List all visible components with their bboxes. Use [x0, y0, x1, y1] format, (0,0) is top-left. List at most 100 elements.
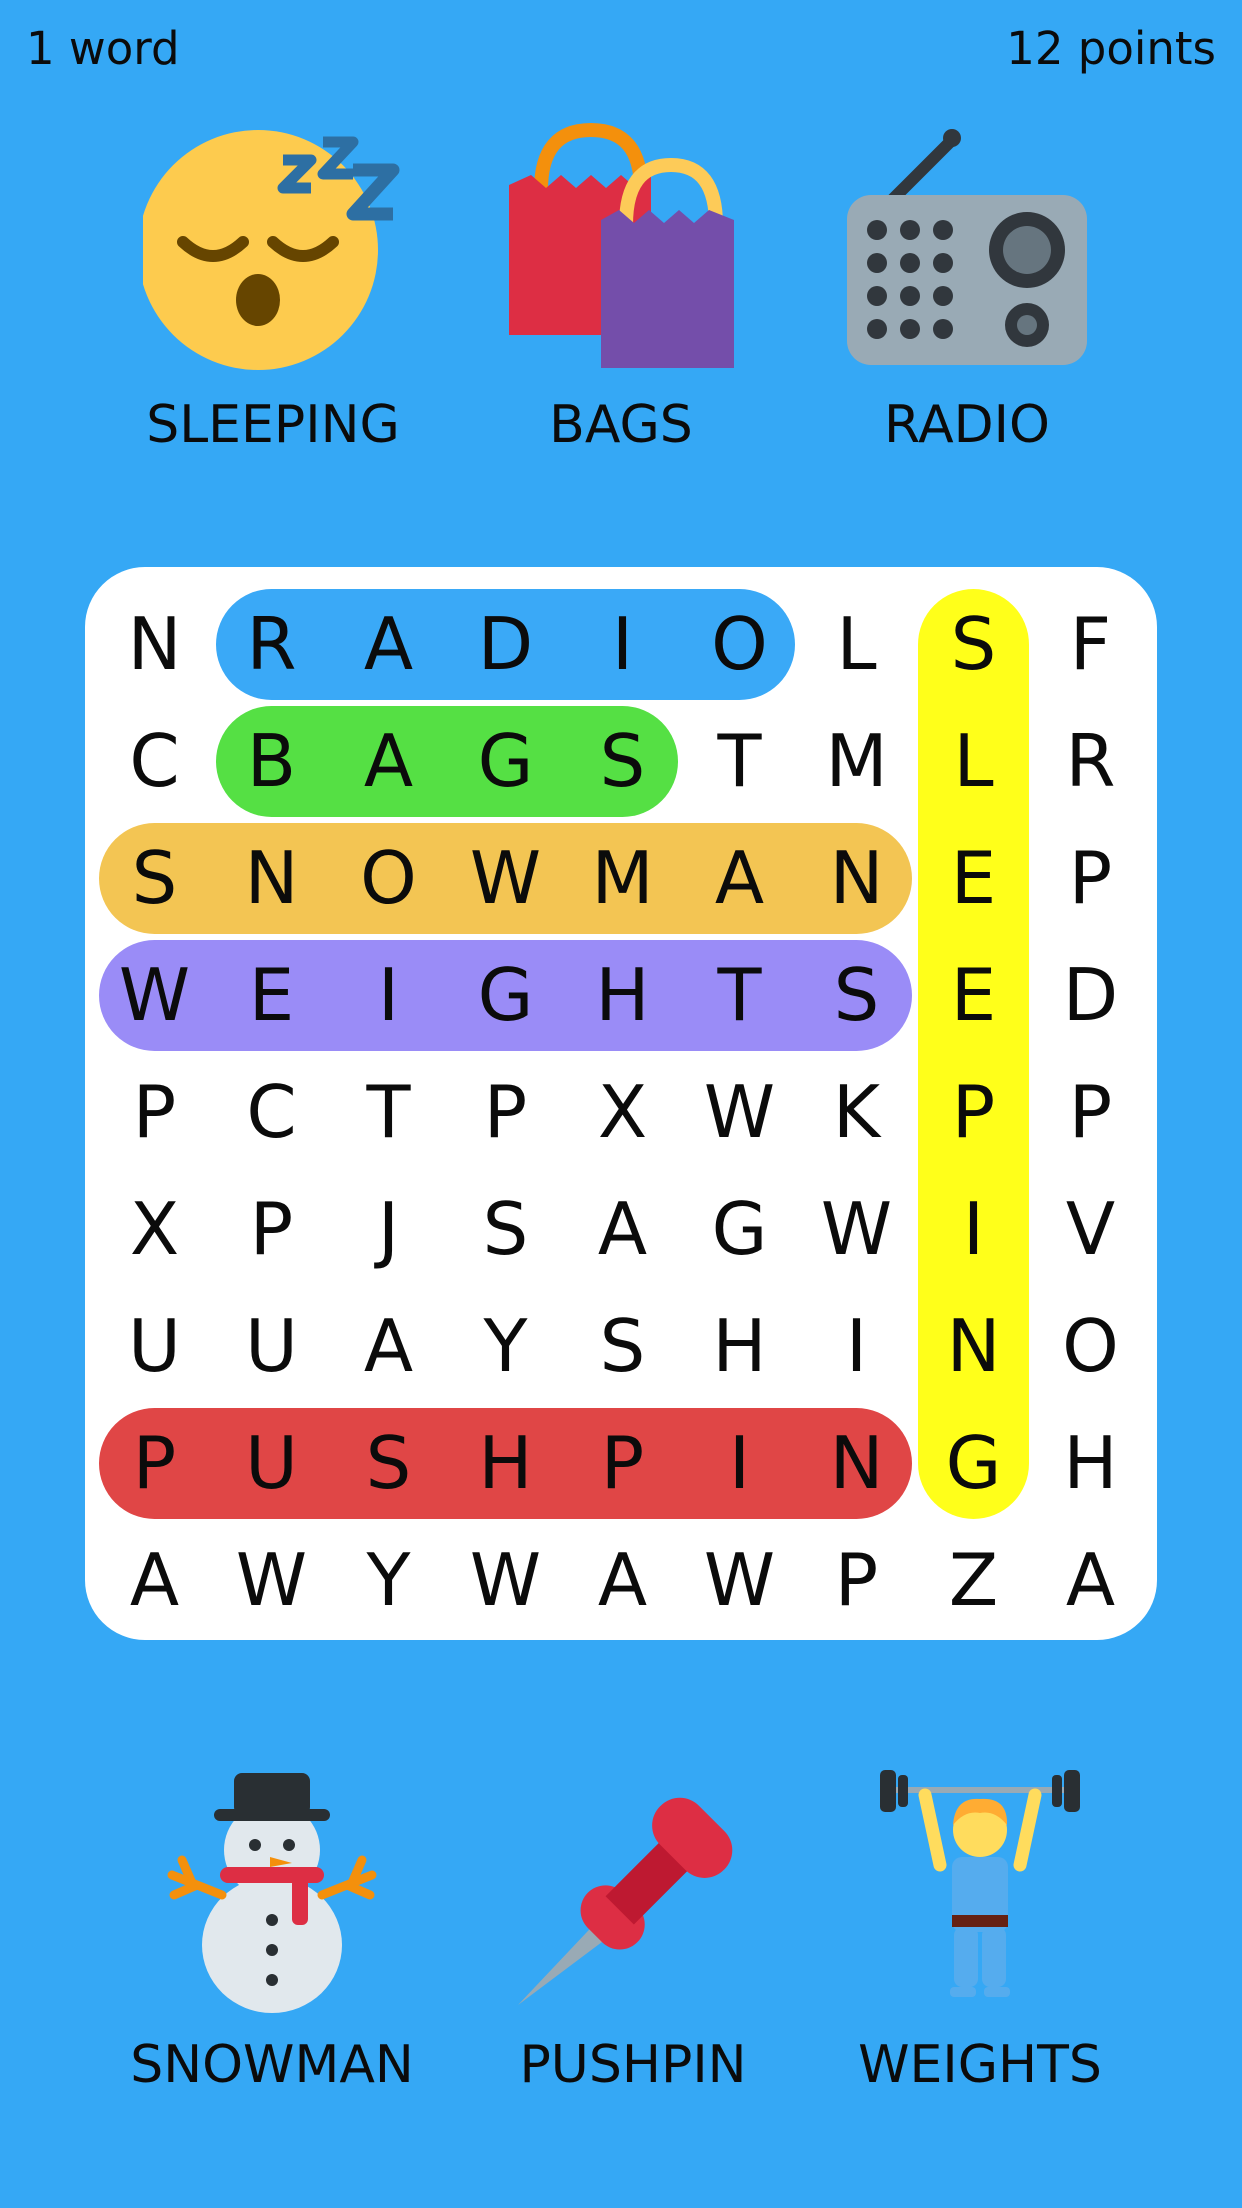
grid-cell[interactable]: T: [681, 703, 798, 820]
grid-cell[interactable]: W: [681, 1054, 798, 1171]
grid-cell[interactable]: G: [681, 1171, 798, 1288]
pushpin-icon: [508, 1765, 758, 2015]
grid-cell[interactable]: P: [564, 1405, 681, 1522]
grid-cell[interactable]: P: [915, 1054, 1032, 1171]
clue-label: PUSHPIN: [519, 2035, 747, 2095]
clue-radio: RADIO: [797, 120, 1137, 470]
clue-label: BAGS: [549, 395, 693, 455]
grid-cell[interactable]: N: [213, 820, 330, 937]
grid-cell[interactable]: U: [213, 1405, 330, 1522]
grid-cell[interactable]: M: [798, 703, 915, 820]
grid-cell[interactable]: H: [681, 1288, 798, 1405]
grid-cell[interactable]: M: [564, 820, 681, 937]
grid-cell[interactable]: E: [915, 937, 1032, 1054]
grid-cell[interactable]: B: [213, 703, 330, 820]
grid-cell[interactable]: C: [213, 1054, 330, 1171]
grid-cell[interactable]: U: [213, 1288, 330, 1405]
grid-cell[interactable]: I: [564, 586, 681, 703]
grid-cell[interactable]: S: [96, 820, 213, 937]
grid-cell[interactable]: G: [447, 937, 564, 1054]
grid-cell[interactable]: D: [1032, 937, 1149, 1054]
grid-cell[interactable]: X: [564, 1054, 681, 1171]
sleeping-face-icon: [138, 120, 403, 380]
grid-cell[interactable]: P: [798, 1522, 915, 1639]
weightlifter-icon: [870, 1765, 1090, 2015]
grid-cell[interactable]: T: [330, 1054, 447, 1171]
grid-cell[interactable]: A: [681, 820, 798, 937]
clue-label: SLEEPING: [146, 395, 400, 455]
grid-cell[interactable]: E: [213, 937, 330, 1054]
grid-cell[interactable]: O: [330, 820, 447, 937]
grid-cell[interactable]: A: [330, 586, 447, 703]
grid-cell[interactable]: S: [564, 703, 681, 820]
grid-cell[interactable]: L: [798, 586, 915, 703]
grid-cell[interactable]: P: [1032, 820, 1149, 937]
grid-cell[interactable]: X: [96, 1171, 213, 1288]
points-score: 12 points: [1006, 22, 1216, 75]
grid-cell[interactable]: W: [447, 1522, 564, 1639]
radio-icon: [837, 120, 1097, 380]
grid-cell[interactable]: P: [96, 1054, 213, 1171]
grid-cell[interactable]: N: [96, 586, 213, 703]
grid-cell[interactable]: S: [798, 937, 915, 1054]
grid-cell[interactable]: S: [915, 586, 1032, 703]
grid-cell[interactable]: W: [447, 820, 564, 937]
grid-cell[interactable]: I: [798, 1288, 915, 1405]
grid-cell[interactable]: A: [564, 1171, 681, 1288]
grid-cell[interactable]: W: [681, 1522, 798, 1639]
grid-cell[interactable]: H: [564, 937, 681, 1054]
grid-cell[interactable]: K: [798, 1054, 915, 1171]
grid-cell[interactable]: A: [1032, 1522, 1149, 1639]
grid-cell[interactable]: P: [96, 1405, 213, 1522]
grid-cell[interactable]: T: [681, 937, 798, 1054]
clue-label: WEIGHTS: [858, 2035, 1102, 2095]
grid-cell[interactable]: F: [1032, 586, 1149, 703]
clue-bags: BAGS: [451, 120, 791, 470]
grid-cell[interactable]: I: [915, 1171, 1032, 1288]
grid-cell[interactable]: Y: [447, 1288, 564, 1405]
grid-cell[interactable]: V: [1032, 1171, 1149, 1288]
grid-cell[interactable]: G: [915, 1405, 1032, 1522]
grid-cell[interactable]: O: [681, 586, 798, 703]
word-search-board[interactable]: NRADIOLSFCBAGSTMLRSNOWMANEPWEIGHTSEDPCTP…: [85, 567, 1157, 1640]
grid-cell[interactable]: P: [213, 1171, 330, 1288]
grid-cell[interactable]: W: [213, 1522, 330, 1639]
clue-snowman: SNOWMAN: [102, 1765, 442, 2105]
grid-cell[interactable]: A: [330, 703, 447, 820]
grid-cell[interactable]: P: [1032, 1054, 1149, 1171]
grid-cell[interactable]: I: [330, 937, 447, 1054]
grid-cell[interactable]: L: [915, 703, 1032, 820]
grid-cell[interactable]: P: [447, 1054, 564, 1171]
grid-cell[interactable]: S: [564, 1288, 681, 1405]
grid-cell[interactable]: W: [96, 937, 213, 1054]
grid-cell[interactable]: J: [330, 1171, 447, 1288]
grid-cell[interactable]: I: [681, 1405, 798, 1522]
grid-cell[interactable]: A: [564, 1522, 681, 1639]
grid-cell[interactable]: C: [96, 703, 213, 820]
grid-cell[interactable]: Y: [330, 1522, 447, 1639]
grid-cell[interactable]: H: [1032, 1405, 1149, 1522]
grid-cell[interactable]: A: [96, 1522, 213, 1639]
grid-cell[interactable]: O: [1032, 1288, 1149, 1405]
grid-cell[interactable]: S: [447, 1171, 564, 1288]
grid-cell[interactable]: N: [915, 1288, 1032, 1405]
grid-cell[interactable]: S: [330, 1405, 447, 1522]
grid-cell[interactable]: D: [447, 586, 564, 703]
grid-cell[interactable]: Z: [915, 1522, 1032, 1639]
grid-cell[interactable]: E: [915, 820, 1032, 937]
grid-cell[interactable]: A: [330, 1288, 447, 1405]
shopping-bags-icon: [501, 120, 741, 380]
grid-cell[interactable]: R: [213, 586, 330, 703]
grid-cell[interactable]: W: [798, 1171, 915, 1288]
grid-cell[interactable]: G: [447, 703, 564, 820]
grid-cell[interactable]: R: [1032, 703, 1149, 820]
grid-cell[interactable]: H: [447, 1405, 564, 1522]
grid-cell[interactable]: N: [798, 1405, 915, 1522]
word-count: 1 word: [26, 22, 180, 75]
snowman-icon: [152, 1765, 392, 2015]
clue-label: SNOWMAN: [130, 2035, 414, 2095]
clue-sleeping: SLEEPING: [103, 120, 443, 470]
grid-cell[interactable]: N: [798, 820, 915, 937]
clue-weights: WEIGHTS: [810, 1765, 1150, 2105]
grid-cell[interactable]: U: [96, 1288, 213, 1405]
